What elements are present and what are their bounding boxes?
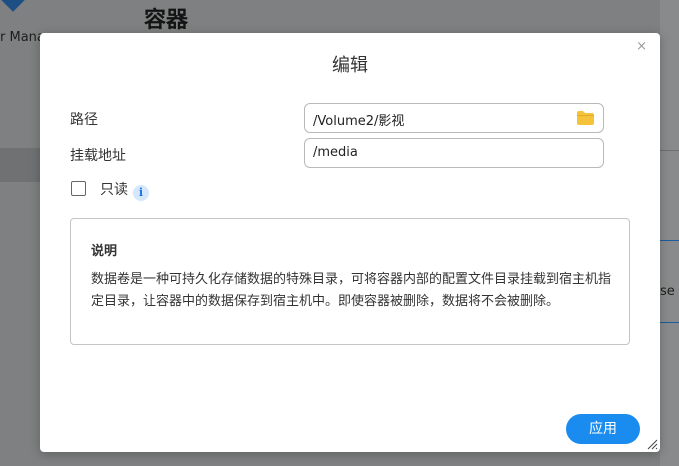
path-field[interactable]: /Volume2/影视 xyxy=(304,103,604,133)
path-value: /Volume2/影视 xyxy=(313,114,405,129)
folder-icon[interactable] xyxy=(577,111,594,125)
app-name: r Mana xyxy=(0,30,45,45)
divider xyxy=(660,150,679,151)
path-label: 路径 xyxy=(70,112,98,128)
note-title: 说明 xyxy=(91,244,118,259)
mount-value: /media xyxy=(313,145,358,160)
resize-handle-icon[interactable] xyxy=(646,438,658,450)
mount-label: 挂载地址 xyxy=(70,148,126,164)
note-box: 说明 数据卷是一种可持久化存储数据的特殊目录，可将容器内部的配置文件目录挂载到宿… xyxy=(70,218,630,345)
divider xyxy=(660,240,679,241)
divider xyxy=(660,322,679,323)
background-right-text: se xyxy=(660,284,675,299)
readonly-label: 只读 xyxy=(100,182,128,198)
apply-button[interactable]: 应用 xyxy=(566,414,640,444)
dialog-title: 编辑 xyxy=(332,55,368,76)
background-right-panel xyxy=(660,0,679,466)
page-title: 容器 xyxy=(144,8,189,33)
sidebar-selected-item xyxy=(0,148,40,182)
note-body: 数据卷是一种可持久化存储数据的特殊目录，可将容器内部的配置文件目录挂载到宿主机指… xyxy=(91,272,612,309)
edit-dialog: × 编辑 路径 /Volume2/影视 挂载地址 /media 只读 i 说明 … xyxy=(40,33,660,452)
readonly-checkbox[interactable] xyxy=(71,181,86,196)
mount-field[interactable]: /media xyxy=(304,138,604,168)
info-icon[interactable]: i xyxy=(133,185,149,201)
